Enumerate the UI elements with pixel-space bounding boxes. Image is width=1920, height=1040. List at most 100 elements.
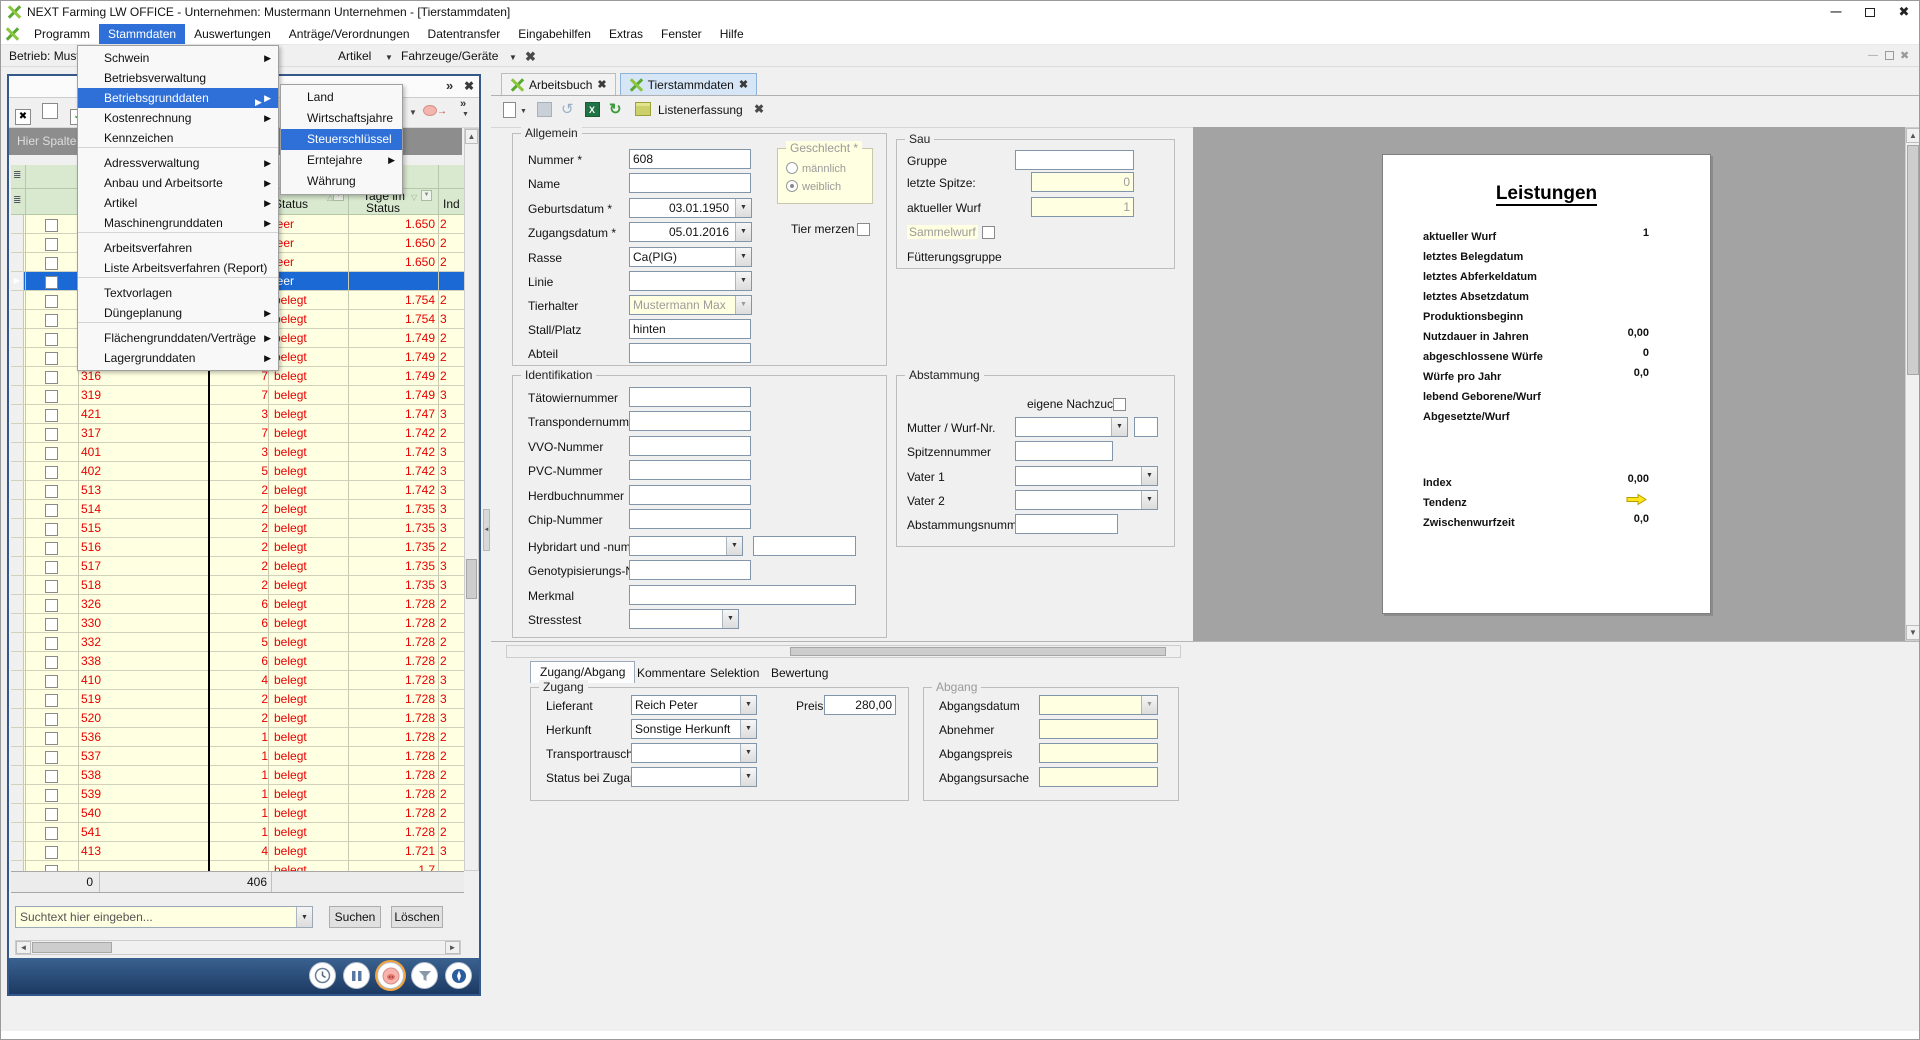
checkbox-sammelwurf[interactable] [982, 226, 995, 239]
tab-close-icon[interactable]: ✖ [597, 78, 606, 91]
input-spitzennummer[interactable] [1015, 441, 1113, 461]
table-row[interactable]: ▶ 401 3 belegt 1.742 3 [11, 443, 464, 462]
table-row[interactable]: ▶ 520 2 belegt 1.728 3 [11, 709, 464, 728]
table-row[interactable]: ▶ 541 1 belegt 1.728 2 [11, 823, 464, 842]
table-row[interactable]: ▶ 421 3 belegt 1.747 3 [11, 405, 464, 424]
submenu-item[interactable]: Wirtschaftsjahre [281, 108, 402, 129]
table-row[interactable]: ▶ 515 2 belegt 1.735 3 [11, 519, 464, 538]
chevron-down-icon[interactable]: ▼ [740, 768, 756, 786]
menubar-item[interactable]: Programm [25, 24, 99, 44]
hscroll-thumb[interactable] [32, 942, 112, 953]
select-x-icon[interactable]: ✖ [15, 109, 31, 125]
menu-item[interactable]: Düngeplanung▶ [78, 303, 278, 323]
select-none-icon[interactable] [42, 103, 58, 119]
table-row[interactable]: ▶ 317 7 belegt 1.742 2 [11, 424, 464, 443]
caret-down-icon[interactable]: ▼ [409, 108, 417, 117]
excel-export-icon[interactable]: X [585, 102, 600, 117]
mdi-close-icon[interactable]: ✖ [1900, 49, 1909, 62]
menu-item[interactable]: Betriebsgrunddaten▶ [78, 88, 278, 108]
toolbar-close-icon[interactable]: ✖ [754, 102, 764, 116]
field-input[interactable] [629, 436, 751, 456]
vscroll-thumb[interactable] [1907, 145, 1919, 375]
table-row[interactable]: ▶ 516 2 belegt 1.735 2 [11, 538, 464, 557]
row-checkbox[interactable] [25, 747, 78, 765]
row-checkbox[interactable] [25, 405, 78, 423]
row-checkbox[interactable] [25, 823, 78, 841]
scroll-right-icon[interactable]: ► [445, 941, 460, 954]
menubar-item[interactable]: Hilfe [711, 24, 753, 44]
input-stallplatz[interactable]: hinten [629, 319, 751, 339]
input-nummer[interactable]: 608 [629, 149, 751, 169]
input-mutter[interactable]: ▼ [1015, 417, 1128, 437]
input-lieferant[interactable]: Reich Peter▼ [631, 695, 757, 715]
submenu-item[interactable]: Steuerschlüssel [281, 129, 402, 150]
grid-vscrollbar[interactable]: ▲ [464, 128, 479, 871]
column-header-tage2[interactable]: Status [366, 201, 400, 215]
hscroll-thumb[interactable] [790, 647, 1166, 656]
row-checkbox[interactable] [25, 728, 78, 746]
input-linie[interactable]: ▼ [629, 271, 752, 291]
table-row[interactable]: ▶ 513 2 belegt 1.742 3 [11, 481, 464, 500]
row-checkbox[interactable] [25, 557, 78, 575]
fahrzeuge-selector[interactable]: Fahrzeuge/Geräte [401, 49, 498, 63]
chevron-down-icon[interactable]: ▼ [740, 696, 756, 714]
field-input[interactable] [629, 485, 751, 505]
menu-item[interactable]: Artikel▶ [78, 193, 278, 213]
panel-collapse-handle[interactable]: ◄ [483, 509, 490, 551]
table-row[interactable]: ▶ 537 1 belegt 1.728 2 [11, 747, 464, 766]
table-row[interactable]: ▶ 514 2 belegt 1.735 3 [11, 500, 464, 519]
table-row[interactable]: ▶ 326 6 belegt 1.728 2 [11, 595, 464, 614]
scroll-up-icon[interactable]: ▲ [1906, 128, 1920, 143]
artikel-selector[interactable]: Artikel [338, 49, 371, 63]
menubar-item[interactable]: Datentransfer [419, 24, 510, 44]
row-checkbox[interactable] [25, 861, 78, 871]
input-abteil[interactable] [629, 343, 751, 363]
chevrons-expand-icon[interactable]: » [446, 78, 453, 93]
menu-item[interactable]: Lagergrunddaten▶ [78, 348, 278, 368]
chevron-down-icon[interactable]: ▼ [740, 720, 756, 738]
row-checkbox[interactable] [25, 462, 78, 480]
row-checkbox[interactable] [25, 443, 78, 461]
table-row[interactable]: ▶ 539 1 belegt 1.728 2 [11, 785, 464, 804]
row-checkbox[interactable] [25, 291, 78, 309]
tab-selektion[interactable]: Selektion [701, 663, 768, 683]
undo-icon[interactable]: ↺ [561, 100, 574, 118]
row-checkbox[interactable] [25, 481, 78, 499]
menu-item[interactable]: Textvorlagen [78, 283, 278, 303]
filter-icon[interactable]: ▼ [421, 190, 432, 201]
input-preis[interactable]: 280,00 [824, 695, 896, 715]
field-input[interactable] [629, 460, 751, 480]
pig-module-icon[interactable] [377, 962, 404, 989]
minimize-button[interactable]: — [1819, 2, 1853, 22]
radio-weiblich[interactable]: weiblich [786, 177, 841, 195]
row-checkbox[interactable] [25, 842, 78, 860]
input-hybridnummer[interactable] [753, 536, 856, 556]
history-clock-icon[interactable] [309, 962, 336, 989]
scroll-up-icon[interactable]: ▲ [465, 129, 478, 144]
chevron-down-icon[interactable]: ▼ [1141, 467, 1157, 485]
maximize-button[interactable] [1853, 2, 1887, 22]
menu-item[interactable]: Kostenrechnung▶ [78, 108, 278, 128]
tab-bewertung[interactable]: Bewertung [762, 663, 837, 683]
row-checkbox[interactable] [25, 709, 78, 727]
row-checkbox[interactable] [25, 614, 78, 632]
input-genotypisierung[interactable] [629, 560, 751, 580]
table-row[interactable]: ▶ 402 5 belegt 1.742 3 [11, 462, 464, 481]
radio-maennlich[interactable]: männlich [786, 159, 846, 177]
table-row[interactable]: ▶ 319 7 belegt 1.749 3 [11, 386, 464, 405]
row-checkbox[interactable] [25, 633, 78, 651]
scroll-left-icon[interactable]: ◄ [16, 941, 31, 954]
tab-close-icon[interactable]: ✖ [739, 78, 748, 91]
chevron-down-icon[interactable]: ▼ [1141, 491, 1157, 509]
new-record-caret-icon[interactable]: ▼ [520, 108, 527, 115]
document-tab[interactable]: Arbeitsbuch ✖ [501, 73, 616, 95]
input-zugangsdatum[interactable]: 05.01.2016▼ [629, 222, 752, 242]
input-vater2[interactable]: ▼ [1015, 490, 1158, 510]
menu-item[interactable]: Betriebsverwaltung [78, 68, 278, 88]
table-row[interactable]: ▶ 518 2 belegt 1.735 3 [11, 576, 464, 595]
table-row[interactable]: ▶ 517 2 belegt 1.735 3 [11, 557, 464, 576]
mdi-restore-icon[interactable] [1885, 51, 1894, 60]
menu-item[interactable]: Adressverwaltung▶ [78, 153, 278, 173]
menu-item[interactable]: Kennzeichen [78, 128, 278, 148]
row-checkbox[interactable] [25, 538, 78, 556]
